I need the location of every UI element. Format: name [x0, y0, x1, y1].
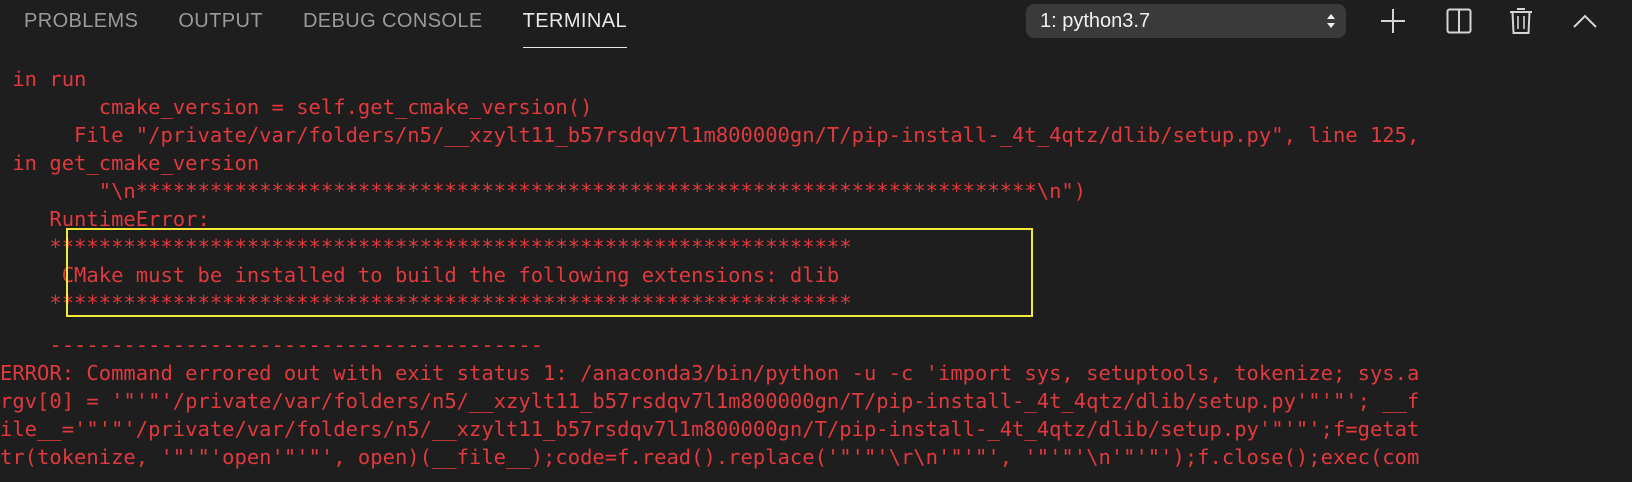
tab-debug-console[interactable]: DEBUG CONSOLE — [303, 0, 483, 42]
tab-problems[interactable]: PROBLEMS — [24, 0, 138, 42]
trash-icon[interactable] — [1504, 4, 1538, 38]
tab-output[interactable]: OUTPUT — [178, 0, 263, 42]
split-terminal-icon[interactable] — [1442, 4, 1476, 38]
terminal-selector[interactable]: 1: python3.7 — [1026, 4, 1346, 38]
terminal-line: ---------------------------------------- — [0, 333, 544, 357]
terminal-line: tr(tokenize, '"'"'open'"'"', open)(__fil… — [0, 445, 1420, 469]
panel-tabs: PROBLEMS OUTPUT DEBUG CONSOLE TERMINAL — [0, 0, 628, 48]
terminal-selector-value: 1: python3.7 — [1040, 10, 1151, 32]
select-arrows-icon — [1327, 14, 1335, 28]
error-highlight-box — [66, 228, 1033, 317]
tab-terminal[interactable]: TERMINAL — [522, 0, 628, 48]
chevron-up-icon[interactable] — [1568, 4, 1602, 38]
terminal-line: cmake_version = self.get_cmake_version() — [0, 95, 593, 119]
terminal-line: in get_cmake_version — [0, 151, 260, 175]
terminal-line: rgv[0] = '"'"'/private/var/folders/n5/__… — [0, 389, 1420, 413]
terminal-line: "\n*************************************… — [0, 179, 1087, 203]
plus-icon[interactable] — [1376, 4, 1410, 38]
terminal-line: File "/private/var/folders/n5/__xzylt11_… — [0, 123, 1420, 147]
terminal-line: ile__='"'"'/private/var/folders/n5/__xzy… — [0, 417, 1420, 441]
terminal-line: in run — [0, 67, 87, 91]
terminal-output[interactable]: in run cmake_version = self.get_cmake_ve… — [0, 48, 1632, 482]
terminal-line: ERROR: Command errored out with exit sta… — [0, 361, 1420, 385]
panel-header: PROBLEMS OUTPUT DEBUG CONSOLE TERMINAL 1… — [0, 0, 1632, 48]
